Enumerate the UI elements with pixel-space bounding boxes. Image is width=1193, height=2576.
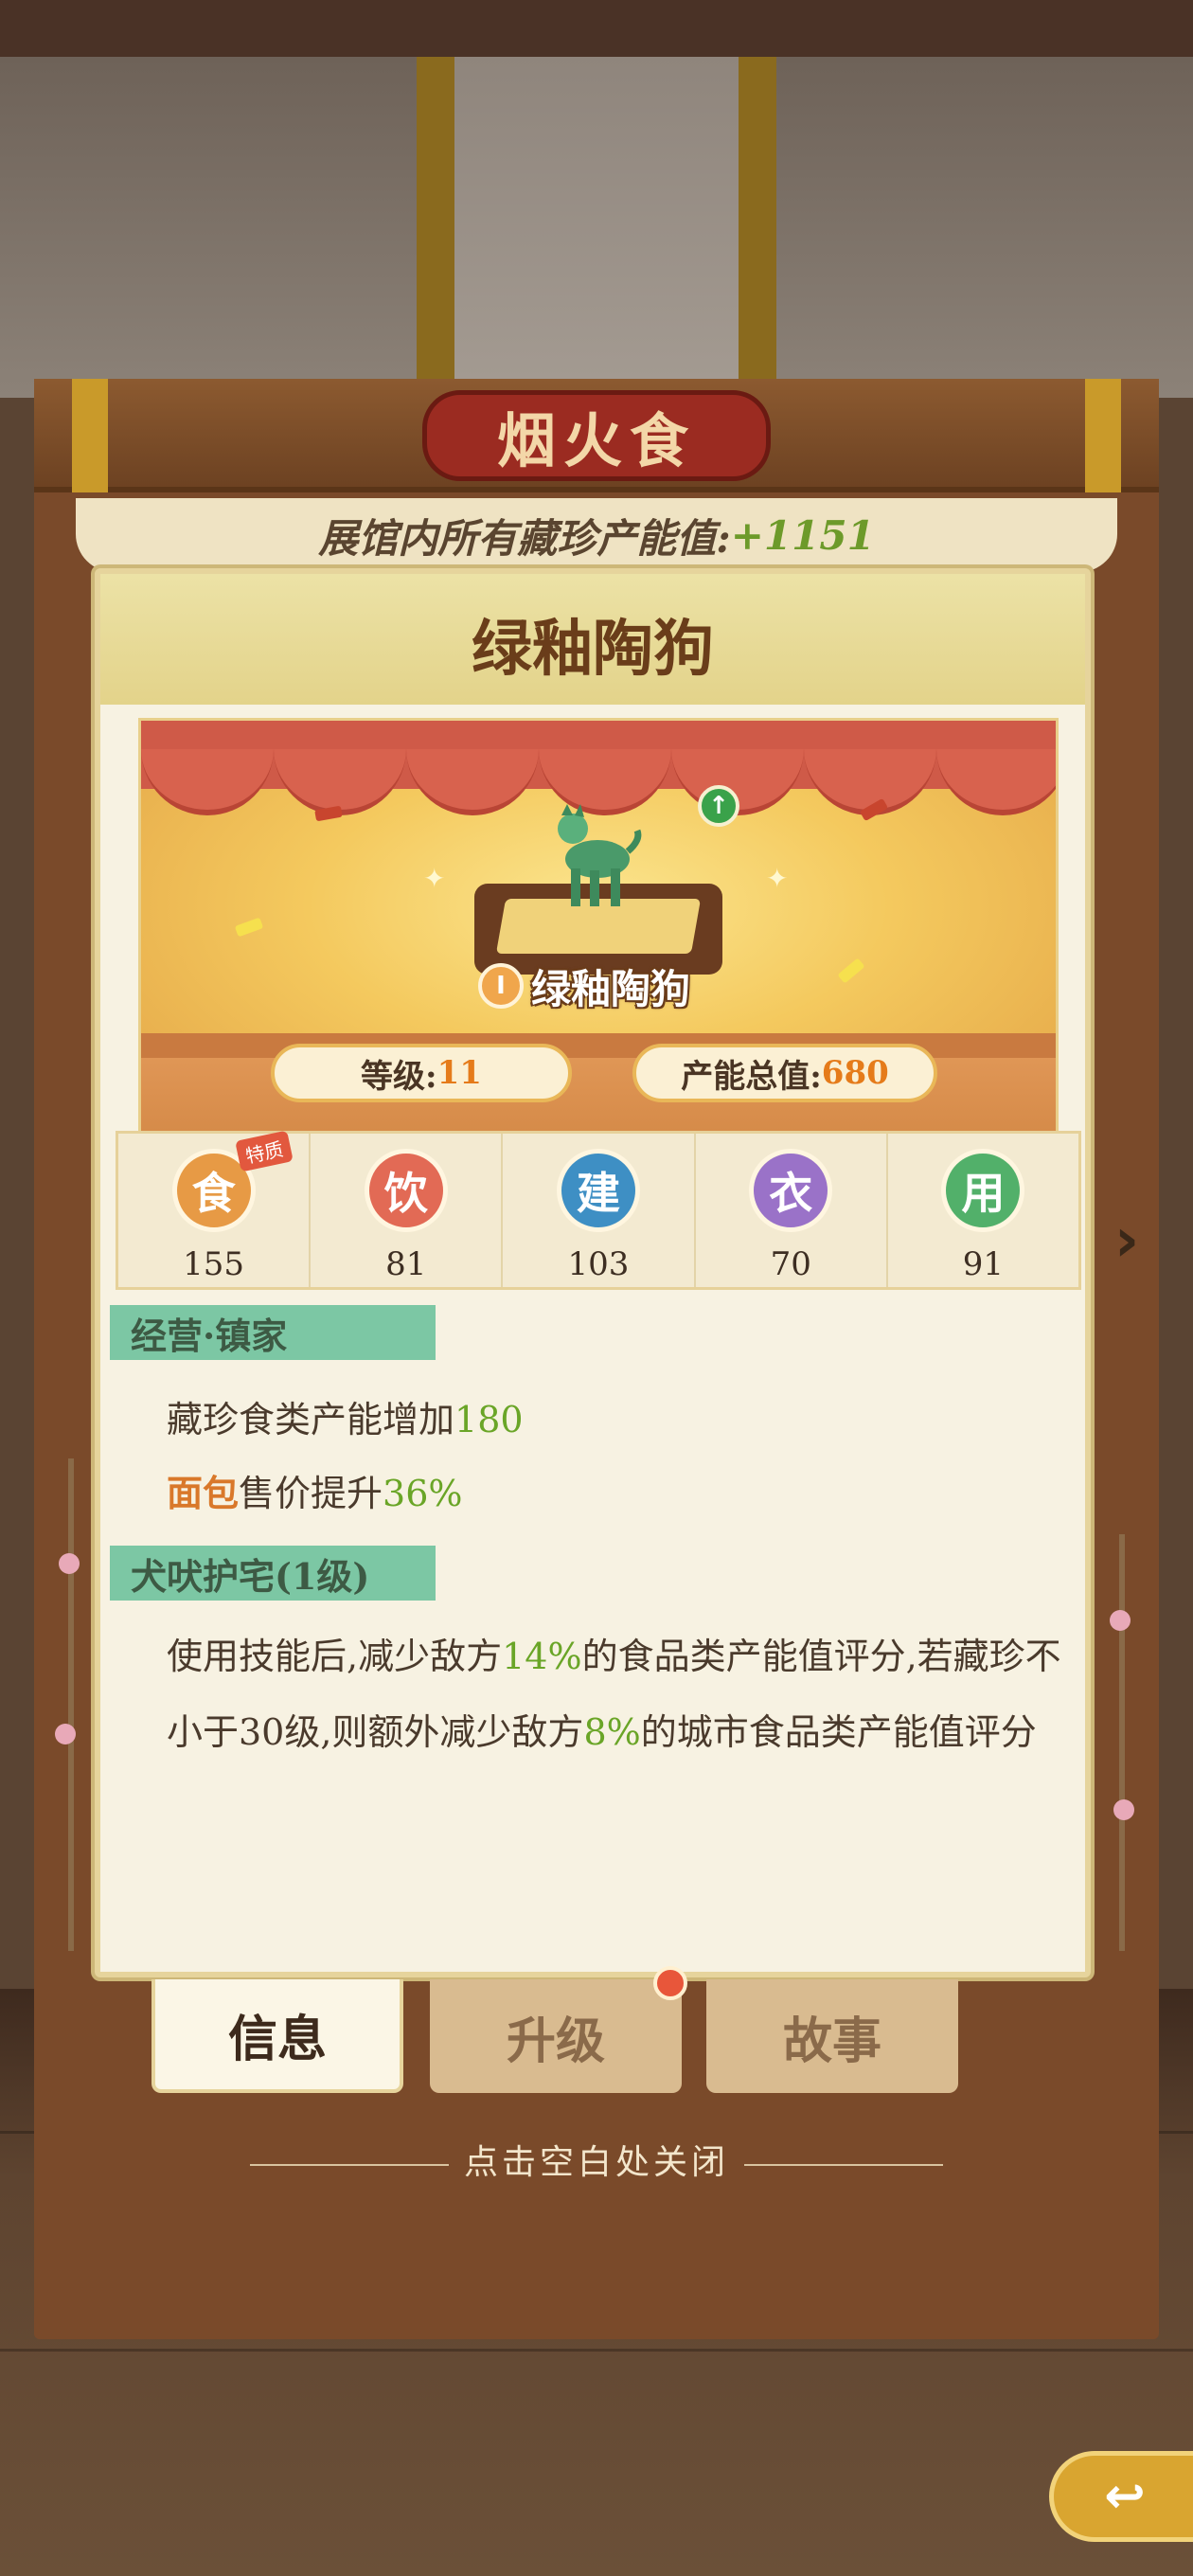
curtain-swag: [141, 749, 274, 815]
skill1-effect-line: 面包售价提升36%: [167, 1464, 463, 1516]
divider: [744, 2164, 943, 2166]
category-cell[interactable]: 衣 70: [696, 1134, 888, 1287]
chevron-right-icon[interactable]: ›: [1100, 1199, 1153, 1282]
confetti: [234, 917, 264, 938]
notification-dot: [653, 1966, 687, 2000]
banner-gold-trim: [72, 379, 108, 492]
back-button[interactable]: ↩: [1049, 2451, 1193, 2542]
floor-line: [0, 2349, 1193, 2352]
sparkle: ✦: [766, 863, 789, 894]
hall-total-label: 展馆内所有藏珍产能值:: [318, 514, 731, 562]
category-value: 81: [385, 1245, 427, 1283]
skill2-value: 8%: [583, 1711, 641, 1753]
trait-tag: 特质: [235, 1130, 294, 1172]
category-cell[interactable]: 食 155 特质: [118, 1130, 312, 1287]
close-hint-text: 点击空白处关闭: [463, 2143, 729, 2182]
skill1-text: 售价提升: [239, 1473, 383, 1514]
category-icon: 用: [941, 1149, 1025, 1232]
blossom-decoration: [59, 1553, 80, 1574]
back-arrow-icon: ↩: [1104, 2468, 1146, 2525]
curtain-swag: [406, 749, 539, 815]
arrow-up-icon[interactable]: ↑: [698, 785, 739, 827]
skill1-value: 180: [454, 1399, 524, 1440]
close-hint[interactable]: 点击空白处关闭: [0, 2135, 1193, 2184]
level-label: 等级:: [361, 1057, 437, 1096]
hall-title: 烟火食: [496, 406, 696, 475]
output-value: 680: [821, 1054, 889, 1092]
category-value: 155: [183, 1245, 245, 1283]
branch-decoration: [68, 1458, 74, 1951]
item-name: 绿釉陶狗: [472, 614, 714, 685]
category-icon: 建: [557, 1149, 640, 1232]
skill1-text: 藏珍食类产能增加: [167, 1399, 455, 1440]
category-cell[interactable]: 建 103: [503, 1134, 696, 1287]
blossom-decoration: [55, 1724, 76, 1744]
skill-title-guard: 犬吠护宅(1级): [110, 1546, 436, 1601]
skill2-text: 使用技能后,减少敌方: [167, 1636, 503, 1677]
pillar-left: [417, 57, 454, 379]
level-value: 11: [436, 1054, 482, 1092]
divider: [249, 2164, 449, 2166]
stage-label: I 绿釉陶狗: [478, 957, 762, 1014]
output-pill: 产能总值: 680: [632, 1044, 937, 1102]
category-cell[interactable]: 用 91: [888, 1134, 1078, 1287]
category-value: 103: [567, 1245, 630, 1283]
banner-gold-trim: [1085, 379, 1121, 492]
pillar-right: [739, 57, 776, 379]
output-label: 产能总值:: [681, 1057, 822, 1096]
category-value: 91: [962, 1245, 1005, 1283]
hall-door: [454, 57, 739, 379]
skill2-effect-line: 使用技能后,减少敌方14%的食品类产能值评分,若藏珍不: [167, 1627, 1061, 1679]
blossom-decoration: [1113, 1799, 1134, 1820]
blossom-decoration: [1110, 1610, 1131, 1631]
skill1-value: 36%: [383, 1473, 463, 1514]
skill2-text: 的城市食品类产能值评分: [640, 1711, 1037, 1753]
category-stats: 食 155 特质饮 81 建 103 衣 70 用 91: [116, 1130, 1081, 1290]
hall-total-output: 展馆内所有藏珍产能值: +1151: [76, 498, 1117, 572]
category-cell[interactable]: 饮 81: [311, 1134, 504, 1287]
green-glazed-dog-figure[interactable]: [548, 802, 643, 916]
skill1-effect-line: 藏珍食类产能增加180: [167, 1390, 524, 1442]
curtain-swag: [936, 749, 1056, 815]
hall-total-value: +1151: [730, 511, 875, 559]
skill-title-management: 经营·镇家: [110, 1305, 436, 1360]
category-value: 70: [770, 1245, 811, 1283]
category-icon: 衣: [749, 1149, 833, 1232]
level-pill: 等级: 11: [271, 1044, 572, 1102]
stage-item-name: 绿釉陶狗: [531, 965, 691, 1012]
tab-info[interactable]: 信息: [151, 1979, 403, 2093]
skill2-value: 14%: [502, 1636, 582, 1677]
tab-upgrade[interactable]: 升级: [430, 1979, 682, 2093]
category-icon: 饮: [364, 1149, 448, 1232]
skill2-effect-line: 小于30级,则额外减少敌方8%的城市食品类产能值评分: [167, 1703, 1037, 1755]
tab-story[interactable]: 故事: [706, 1979, 958, 2093]
skill2-text: 小于30级,则额外减少敌方: [167, 1711, 584, 1753]
hall-title-plate: 烟火食: [422, 390, 771, 481]
branch-decoration: [1119, 1534, 1125, 1951]
skill1-product: 面包: [167, 1472, 240, 1514]
item-detail-card: 绿釉陶狗 ✦ ✦ ↑ I 绿釉陶狗 等级: 11 产能总值: 680 食 155…: [95, 568, 1091, 1977]
curtain: [141, 721, 1056, 815]
card-header: 绿釉陶狗: [100, 574, 1085, 705]
rarity-badge: I: [478, 963, 524, 1009]
confetti: [837, 957, 865, 984]
sparkle: ✦: [423, 863, 446, 894]
skill2-text: 的食品类产能值评分,若藏珍不: [581, 1636, 1061, 1677]
background-hall-entrance: [0, 0, 1193, 398]
